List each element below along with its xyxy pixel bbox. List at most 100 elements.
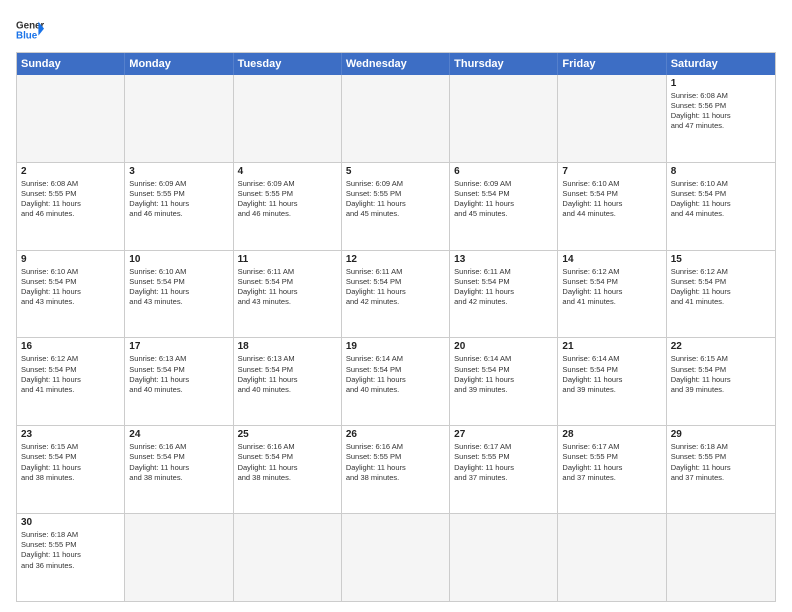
logo: General Blue bbox=[16, 16, 44, 44]
header-day-saturday: Saturday bbox=[667, 53, 775, 75]
day-number: 4 bbox=[238, 166, 337, 177]
day-info: Sunrise: 6:10 AM Sunset: 5:54 PM Dayligh… bbox=[671, 179, 771, 220]
calendar-cell: 11 Sunrise: 6:11 AM Sunset: 5:54 PM Dayli… bbox=[234, 251, 342, 338]
day-number: 22 bbox=[671, 341, 771, 352]
calendar-header: SundayMondayTuesdayWednesdayThursdayFrid… bbox=[17, 53, 775, 75]
day-number: 12 bbox=[346, 254, 445, 265]
calendar-cell bbox=[125, 514, 233, 601]
calendar-cell: 15Sunrise: 6:12 AM Sunset: 5:54 PM Dayli… bbox=[667, 251, 775, 338]
calendar-row-6: 30Sunrise: 6:18 AM Sunset: 5:55 PM Dayli… bbox=[17, 513, 775, 601]
calendar-cell: 2Sunrise: 6:08 AM Sunset: 5:55 PM Daylig… bbox=[17, 163, 125, 250]
day-info: Sunrise: 6:13 AM Sunset: 5:54 PM Dayligh… bbox=[129, 354, 228, 395]
calendar-cell bbox=[342, 75, 450, 162]
calendar-cell bbox=[125, 75, 233, 162]
logo-icon: General Blue bbox=[16, 16, 44, 44]
calendar-cell: 22 Sunrise: 6:15 AM Sunset: 5:54 PM Dayli… bbox=[667, 338, 775, 425]
calendar-cell bbox=[667, 514, 775, 601]
calendar-cell: 16 Sunrise: 6:12 AM Sunset: 5:54 PM Dayli… bbox=[17, 338, 125, 425]
day-info: Sunrise: 6:09 AM Sunset: 5:55 PM Dayligh… bbox=[346, 179, 445, 220]
day-number: 6 bbox=[454, 166, 553, 177]
calendar-cell: 7 Sunrise: 6:10 AM Sunset: 5:54 PM Daylig… bbox=[558, 163, 666, 250]
day-number: 24 bbox=[129, 429, 228, 440]
day-number: 28 bbox=[562, 429, 661, 440]
day-number: 26 bbox=[346, 429, 445, 440]
calendar-row-3: 9 Sunrise: 6:10 AM Sunset: 5:54 PM Daylig… bbox=[17, 250, 775, 338]
day-info: Sunrise: 6:09 AM Sunset: 5:55 PM Dayligh… bbox=[238, 179, 337, 220]
day-info: Sunrise: 6:11 AM Sunset: 5:54 PM Dayligh… bbox=[346, 267, 445, 308]
svg-text:Blue: Blue bbox=[16, 30, 38, 41]
day-number: 18 bbox=[238, 341, 337, 352]
calendar-cell: 13 Sunrise: 6:11 AM Sunset: 5:54 PM Dayli… bbox=[450, 251, 558, 338]
calendar-cell: 19Sunrise: 6:14 AM Sunset: 5:54 PM Dayli… bbox=[342, 338, 450, 425]
day-info: Sunrise: 6:10 AM Sunset: 5:54 PM Dayligh… bbox=[21, 267, 120, 308]
header: General Blue bbox=[16, 16, 776, 44]
calendar-body: 1Sunrise: 6:08 AM Sunset: 5:56 PM Daylig… bbox=[17, 75, 775, 601]
day-info: Sunrise: 6:15 AM Sunset: 5:54 PM Dayligh… bbox=[671, 354, 771, 395]
day-info: Sunrise: 6:16 AM Sunset: 5:55 PM Dayligh… bbox=[346, 442, 445, 483]
calendar-cell: 23 Sunrise: 6:15 AM Sunset: 5:54 PM Dayli… bbox=[17, 426, 125, 513]
calendar-cell: 10Sunrise: 6:10 AM Sunset: 5:54 PM Dayli… bbox=[125, 251, 233, 338]
calendar-cell: 21 Sunrise: 6:14 AM Sunset: 5:54 PM Dayli… bbox=[558, 338, 666, 425]
day-number: 27 bbox=[454, 429, 553, 440]
header-day-wednesday: Wednesday bbox=[342, 53, 450, 75]
day-number: 2 bbox=[21, 166, 120, 177]
header-day-friday: Friday bbox=[558, 53, 666, 75]
day-number: 19 bbox=[346, 341, 445, 352]
day-number: 16 bbox=[21, 341, 120, 352]
day-info: Sunrise: 6:10 AM Sunset: 5:54 PM Dayligh… bbox=[562, 179, 661, 220]
calendar-cell: 17Sunrise: 6:13 AM Sunset: 5:54 PM Dayli… bbox=[125, 338, 233, 425]
day-number: 11 bbox=[238, 254, 337, 265]
day-number: 3 bbox=[129, 166, 228, 177]
day-number: 7 bbox=[562, 166, 661, 177]
day-info: Sunrise: 6:11 AM Sunset: 5:54 PM Dayligh… bbox=[454, 267, 553, 308]
calendar-row-4: 16 Sunrise: 6:12 AM Sunset: 5:54 PM Dayli… bbox=[17, 337, 775, 425]
calendar-cell: 18 Sunrise: 6:13 AM Sunset: 5:54 PM Dayli… bbox=[234, 338, 342, 425]
calendar-cell: 24 Sunrise: 6:16 AM Sunset: 5:54 PM Dayli… bbox=[125, 426, 233, 513]
calendar-cell: 6 Sunrise: 6:09 AM Sunset: 5:54 PM Daylig… bbox=[450, 163, 558, 250]
day-info: Sunrise: 6:15 AM Sunset: 5:54 PM Dayligh… bbox=[21, 442, 120, 483]
calendar-cell: 8 Sunrise: 6:10 AM Sunset: 5:54 PM Daylig… bbox=[667, 163, 775, 250]
day-number: 15 bbox=[671, 254, 771, 265]
page: General Blue SundayMondayTuesdayWednesda… bbox=[0, 0, 792, 612]
calendar-cell: 1Sunrise: 6:08 AM Sunset: 5:56 PM Daylig… bbox=[667, 75, 775, 162]
day-info: Sunrise: 6:11 AM Sunset: 5:54 PM Dayligh… bbox=[238, 267, 337, 308]
day-number: 23 bbox=[21, 429, 120, 440]
calendar-cell: 29Sunrise: 6:18 AM Sunset: 5:55 PM Dayli… bbox=[667, 426, 775, 513]
calendar-cell: 20Sunrise: 6:14 AM Sunset: 5:54 PM Dayli… bbox=[450, 338, 558, 425]
day-info: Sunrise: 6:12 AM Sunset: 5:54 PM Dayligh… bbox=[21, 354, 120, 395]
calendar-cell: 27 Sunrise: 6:17 AM Sunset: 5:55 PM Dayli… bbox=[450, 426, 558, 513]
calendar-cell bbox=[558, 75, 666, 162]
calendar-cell bbox=[450, 514, 558, 601]
calendar-cell: 12 Sunrise: 6:11 AM Sunset: 5:54 PM Dayli… bbox=[342, 251, 450, 338]
day-number: 13 bbox=[454, 254, 553, 265]
calendar-cell: 26 Sunrise: 6:16 AM Sunset: 5:55 PM Dayli… bbox=[342, 426, 450, 513]
calendar-row-2: 2Sunrise: 6:08 AM Sunset: 5:55 PM Daylig… bbox=[17, 162, 775, 250]
calendar-cell bbox=[17, 75, 125, 162]
day-info: Sunrise: 6:16 AM Sunset: 5:54 PM Dayligh… bbox=[129, 442, 228, 483]
day-info: Sunrise: 6:17 AM Sunset: 5:55 PM Dayligh… bbox=[562, 442, 661, 483]
day-info: Sunrise: 6:14 AM Sunset: 5:54 PM Dayligh… bbox=[454, 354, 553, 395]
header-day-tuesday: Tuesday bbox=[234, 53, 342, 75]
calendar-cell bbox=[234, 75, 342, 162]
calendar-cell bbox=[342, 514, 450, 601]
day-info: Sunrise: 6:18 AM Sunset: 5:55 PM Dayligh… bbox=[671, 442, 771, 483]
day-info: Sunrise: 6:14 AM Sunset: 5:54 PM Dayligh… bbox=[562, 354, 661, 395]
day-number: 9 bbox=[21, 254, 120, 265]
day-info: Sunrise: 6:13 AM Sunset: 5:54 PM Dayligh… bbox=[238, 354, 337, 395]
day-number: 14 bbox=[562, 254, 661, 265]
day-info: Sunrise: 6:08 AM Sunset: 5:56 PM Dayligh… bbox=[671, 91, 771, 132]
header-day-monday: Monday bbox=[125, 53, 233, 75]
day-number: 8 bbox=[671, 166, 771, 177]
day-info: Sunrise: 6:09 AM Sunset: 5:55 PM Dayligh… bbox=[129, 179, 228, 220]
day-number: 30 bbox=[21, 517, 120, 528]
day-number: 21 bbox=[562, 341, 661, 352]
calendar-cell: 9 Sunrise: 6:10 AM Sunset: 5:54 PM Daylig… bbox=[17, 251, 125, 338]
day-info: Sunrise: 6:10 AM Sunset: 5:54 PM Dayligh… bbox=[129, 267, 228, 308]
calendar-cell: 28 Sunrise: 6:17 AM Sunset: 5:55 PM Dayli… bbox=[558, 426, 666, 513]
day-info: Sunrise: 6:09 AM Sunset: 5:54 PM Dayligh… bbox=[454, 179, 553, 220]
calendar-cell: 3 Sunrise: 6:09 AM Sunset: 5:55 PM Daylig… bbox=[125, 163, 233, 250]
day-info: Sunrise: 6:16 AM Sunset: 5:54 PM Dayligh… bbox=[238, 442, 337, 483]
day-info: Sunrise: 6:17 AM Sunset: 5:55 PM Dayligh… bbox=[454, 442, 553, 483]
calendar-cell: 25Sunrise: 6:16 AM Sunset: 5:54 PM Dayli… bbox=[234, 426, 342, 513]
day-info: Sunrise: 6:12 AM Sunset: 5:54 PM Dayligh… bbox=[562, 267, 661, 308]
